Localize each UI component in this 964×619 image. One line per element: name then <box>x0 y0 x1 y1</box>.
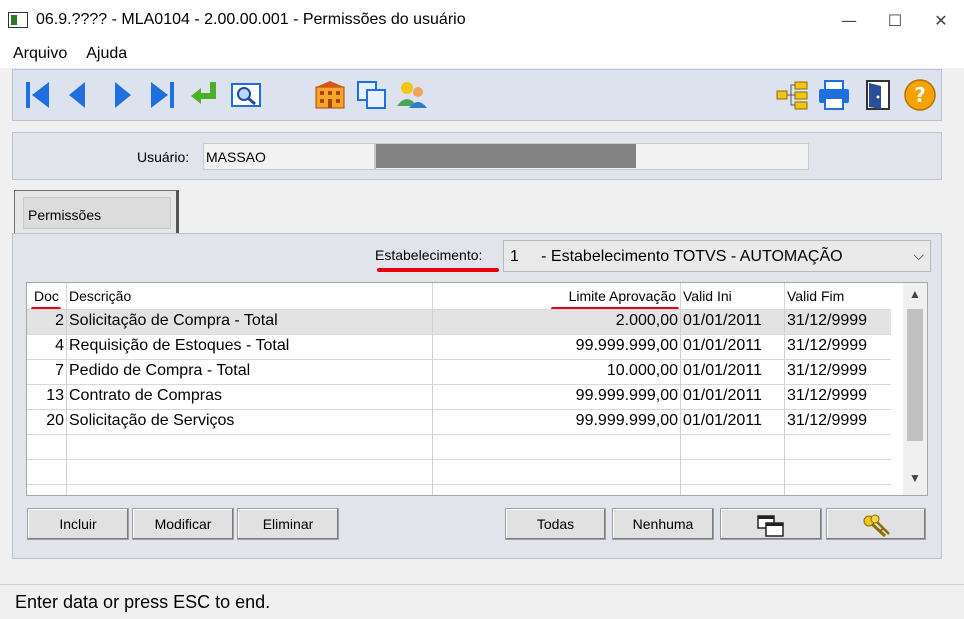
column-valid-ini[interactable]: Valid Ini <box>681 283 785 309</box>
user-panel: Usuário: MASSAO <box>12 132 942 180</box>
cell-doc: 7 <box>27 360 67 385</box>
cell-ini: 01/01/2011 <box>681 385 785 410</box>
next-record-icon[interactable] <box>105 78 139 112</box>
table-row[interactable]: 4 Requisição de Estoques - Total 99.999.… <box>27 334 891 360</box>
maximize-button[interactable]: ☐ <box>872 0 918 40</box>
cell-doc: 2 <box>27 310 67 335</box>
establishment-select[interactable]: 1 - Estabelecimento TOTVS - AUTOMAÇÃO ⌵ <box>503 240 931 272</box>
cell-desc: Pedido de Compra - Total <box>67 360 433 385</box>
tab-permissoes[interactable]: Permissões <box>14 190 179 234</box>
cell-desc: Solicitação de Compra - Total <box>67 310 433 335</box>
close-button[interactable]: ✕ <box>918 0 964 40</box>
permissions-table: Doc Descrição Limite Aprovação Valid Ini… <box>26 282 928 496</box>
last-record-icon[interactable] <box>145 78 179 112</box>
todas-button[interactable]: Todas <box>505 508 606 540</box>
search-zoom-icon[interactable] <box>229 78 263 112</box>
scroll-thumb[interactable] <box>907 309 923 441</box>
toolbar: ? <box>12 69 942 121</box>
user-label: Usuário: <box>137 149 190 165</box>
highlight-underline-establishment <box>377 268 499 272</box>
printer-icon[interactable] <box>817 78 851 112</box>
cell-doc: 4 <box>27 335 67 360</box>
user-name-field[interactable] <box>375 143 809 170</box>
cell-doc: 20 <box>27 410 67 435</box>
keys-button[interactable] <box>826 508 926 540</box>
cell-limit: 99.999.999,00 <box>433 410 681 435</box>
scroll-down-icon[interactable]: ▼ <box>903 471 927 493</box>
table-row-empty <box>27 459 891 485</box>
column-limite-aprovacao[interactable]: Limite Aprovação <box>433 283 681 309</box>
cell-limit: 2.000,00 <box>433 310 681 335</box>
tab-permissoes-label: Permissões <box>23 197 171 229</box>
incluir-button[interactable]: Incluir <box>27 508 129 540</box>
establishment-label: Estabelecimento: <box>375 247 483 263</box>
cell-desc: Solicitação de Serviços <box>67 410 433 435</box>
cell-desc: Requisição de Estoques - Total <box>67 335 433 360</box>
scroll-up-icon[interactable]: ▲ <box>903 287 927 309</box>
windows-icon <box>757 515 784 537</box>
copy-icon[interactable] <box>355 78 389 112</box>
hierarchy-icon[interactable] <box>775 78 809 112</box>
cell-ini: 01/01/2011 <box>681 360 785 385</box>
table-row[interactable]: 7 Pedido de Compra - Total 10.000,00 01/… <box>27 359 891 385</box>
cell-limit: 99.999.999,00 <box>433 335 681 360</box>
column-descricao[interactable]: Descrição <box>67 283 433 309</box>
app-icon <box>8 12 28 28</box>
keys-icon <box>863 514 890 538</box>
menu-arquivo[interactable]: Arquivo <box>13 45 67 63</box>
table-row-empty <box>27 484 891 495</box>
nenhuma-button[interactable]: Nenhuma <box>612 508 714 540</box>
cell-fim: 31/12/9999 <box>787 337 868 354</box>
cell-doc: 13 <box>27 385 67 410</box>
table-row[interactable]: 20 Solicitação de Serviços 99.999.999,00… <box>27 409 891 435</box>
table-header: Doc Descrição Limite Aprovação Valid Ini… <box>27 283 891 309</box>
status-bar: Enter data or press ESC to end. <box>0 584 964 619</box>
building-icon[interactable] <box>313 78 347 112</box>
chevron-down-icon: ⌵ <box>913 247 924 263</box>
table-row-empty <box>27 434 891 460</box>
modificar-button[interactable]: Modificar <box>132 508 234 540</box>
title-bar: 06.9.???? - MLA0104 - 2.00.00.001 - Perm… <box>0 0 964 40</box>
return-icon[interactable] <box>187 78 221 112</box>
menu-ajuda[interactable]: Ajuda <box>86 45 127 63</box>
cell-fim: 31/12/9999 <box>787 387 868 404</box>
eliminar-button[interactable]: Eliminar <box>237 508 339 540</box>
help-icon[interactable]: ? <box>903 78 937 112</box>
establishment-value: 1 - Estabelecimento TOTVS - AUTOMAÇÃO <box>510 248 843 265</box>
cell-ini: 01/01/2011 <box>681 335 785 360</box>
cell-fim: 31/12/9999 <box>787 412 868 429</box>
window-title: 06.9.???? - MLA0104 - 2.00.00.001 - Perm… <box>36 11 466 28</box>
menu-bar: Arquivo Ajuda <box>0 40 964 68</box>
table-row[interactable]: 2 Solicitação de Compra - Total 2.000,00… <box>27 309 891 335</box>
cell-desc: Contrato de Compras <box>67 385 433 410</box>
user-code-field[interactable]: MASSAO <box>203 143 375 170</box>
first-record-icon[interactable] <box>21 78 55 112</box>
cell-fim: 31/12/9999 <box>787 312 868 329</box>
minimize-button[interactable]: — <box>826 0 872 40</box>
column-valid-fim[interactable]: Valid Fim <box>785 283 891 309</box>
cell-fim: 31/12/9999 <box>787 362 868 379</box>
users-icon[interactable] <box>395 78 429 112</box>
column-doc[interactable]: Doc <box>27 283 67 309</box>
table-row[interactable]: 13 Contrato de Compras 99.999.999,00 01/… <box>27 384 891 410</box>
cell-limit: 10.000,00 <box>433 360 681 385</box>
cell-ini: 01/01/2011 <box>681 410 785 435</box>
cell-limit: 99.999.999,00 <box>433 385 681 410</box>
windows-button[interactable] <box>720 508 822 540</box>
redacted-name <box>376 144 636 168</box>
vertical-scrollbar[interactable]: ▲ ▼ <box>903 283 927 495</box>
svg-text:?: ? <box>914 83 926 107</box>
cell-ini: 01/01/2011 <box>681 310 785 335</box>
previous-record-icon[interactable] <box>61 78 95 112</box>
exit-door-icon[interactable] <box>861 78 895 112</box>
window-controls: — ☐ ✕ <box>826 0 964 40</box>
